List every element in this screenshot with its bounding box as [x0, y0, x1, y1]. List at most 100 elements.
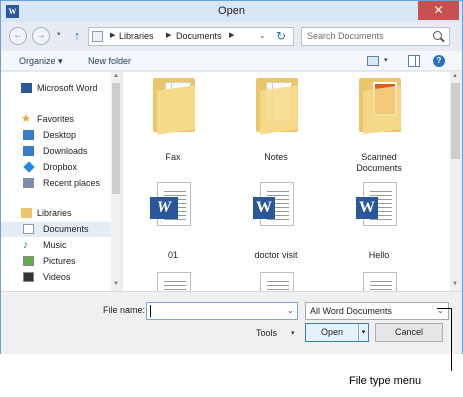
sidebar-item-microsoft-word[interactable]: Microsoft Word [1, 81, 111, 96]
list-item[interactable] [236, 266, 316, 291]
sidebar-item-recent-places[interactable]: Recent places [1, 176, 111, 191]
file-name: doctor visit [254, 250, 298, 260]
word-icon [21, 83, 32, 93]
dropbox-icon [23, 161, 35, 173]
libraries-icon [21, 208, 32, 218]
dialog-title: Open [218, 5, 245, 17]
file-name: Hello [368, 250, 390, 260]
text-caret [150, 305, 151, 317]
breadcrumb-documents[interactable]: Documents [176, 31, 222, 41]
search-input[interactable]: Search Documents [307, 31, 384, 41]
list-item[interactable]: Notes [236, 72, 316, 167]
open-dialog: W Open ✕ ← → ▾ ↑ ▶ Libraries ▶ Documents… [0, 0, 463, 354]
open-button-label: Open [320, 327, 344, 337]
list-item[interactable]: W doctor visit [236, 176, 316, 271]
tools-button[interactable]: Tools [256, 328, 277, 338]
list-item[interactable] [133, 266, 213, 291]
breadcrumb-separator-icon[interactable]: ▶ [166, 31, 171, 39]
sidebar-item-label: Microsoft Word [37, 83, 98, 93]
navigation-scrollbar[interactable]: ▲ ▼ [111, 72, 121, 291]
search-box[interactable]: Search Documents [301, 27, 450, 46]
folder-photo-icon [359, 78, 401, 135]
sidebar-item-music[interactable]: ♪ Music [1, 238, 111, 253]
scrollbar-thumb[interactable] [112, 83, 120, 194]
list-item[interactable]: W 01 [133, 176, 213, 271]
list-item[interactable]: W Hello [339, 176, 419, 271]
open-button[interactable]: Open ▾ [305, 323, 369, 342]
help-icon[interactable]: ? [433, 55, 445, 67]
videos-icon [23, 272, 34, 282]
file-name: Scanned Documents [356, 152, 402, 173]
file-type-select[interactable]: All Word Documents ⌄ [305, 302, 449, 320]
document-icon [157, 272, 191, 291]
back-button[interactable]: ← [9, 27, 27, 45]
location-icon [92, 31, 103, 42]
scroll-down-icon[interactable]: ▼ [452, 281, 458, 287]
callout-line [451, 308, 452, 371]
list-item[interactable] [339, 266, 419, 291]
open-options-dropdown-icon[interactable]: ▾ [358, 324, 368, 341]
pictures-icon [23, 256, 34, 266]
forward-button[interactable]: → [32, 27, 50, 45]
view-options-dropdown[interactable]: ▾ [384, 56, 388, 64]
navigation-bar: ← → ▾ ↑ ▶ Libraries ▶ Documents ▶ ⌄ ↻ Se… [1, 22, 462, 51]
sidebar-item-label: Dropbox [43, 162, 78, 172]
file-name: 01 [167, 250, 178, 260]
file-name-input[interactable]: ⌄ [146, 302, 298, 320]
scroll-up-icon[interactable]: ▲ [113, 73, 119, 79]
sidebar-item-libraries[interactable]: Libraries [1, 206, 111, 221]
sidebar-item-label: Pictures [43, 256, 76, 266]
address-dropdown-icon[interactable]: ⌄ [259, 31, 266, 40]
file-name-dropdown-icon[interactable]: ⌄ [287, 306, 294, 315]
document-icon [363, 272, 397, 291]
sidebar-item-favorites[interactable]: ★ Favorites [1, 112, 111, 127]
callout-label: File type menu [349, 375, 422, 387]
scroll-down-icon[interactable]: ▼ [113, 281, 119, 287]
sidebar-item-label: Libraries [37, 208, 72, 218]
tools-dropdown-icon[interactable]: ▾ [291, 329, 295, 337]
file-list: Fax Notes Scanned Documents W 01 W docto… [123, 72, 450, 291]
new-folder-button[interactable]: New folder [88, 56, 131, 66]
search-icon[interactable] [433, 31, 442, 40]
sidebar-item-label: Recent places [43, 178, 101, 188]
sidebar-item-videos[interactable]: Videos [1, 270, 111, 285]
word-logo-icon: W [150, 197, 178, 219]
up-one-level-button[interactable]: ↑ [69, 27, 85, 45]
sidebar-item-downloads[interactable]: Downloads [1, 144, 111, 159]
preview-pane-icon[interactable] [408, 55, 420, 67]
file-list-scrollbar[interactable]: ▲ ▼ [450, 72, 461, 291]
word-logo-icon: W [253, 197, 275, 219]
address-bar[interactable]: ▶ Libraries ▶ Documents ▶ ⌄ ↻ [88, 27, 294, 46]
cancel-button[interactable]: Cancel [375, 323, 443, 342]
recent-locations-dropdown[interactable]: ▾ [57, 30, 61, 38]
close-button[interactable]: ✕ [418, 1, 459, 20]
music-icon: ♪ [23, 239, 29, 251]
word-document-icon: W [150, 182, 191, 226]
scrollbar-thumb[interactable] [451, 83, 460, 159]
word-document-icon: W [253, 182, 294, 226]
sidebar-item-dropbox[interactable]: Dropbox [1, 160, 111, 175]
desktop-icon [23, 130, 34, 140]
scroll-up-icon[interactable]: ▲ [452, 73, 458, 79]
sidebar-item-documents[interactable]: Documents [1, 222, 111, 237]
refresh-icon[interactable]: ↻ [276, 29, 286, 43]
sidebar-item-pictures[interactable]: Pictures [1, 254, 111, 269]
organize-button[interactable]: Organize ▾ [19, 56, 63, 67]
sidebar-item-label: Videos [43, 272, 71, 282]
change-view-icon[interactable] [367, 56, 379, 66]
command-toolbar: Organize ▾ New folder ▾ ? [1, 51, 462, 71]
sidebar-item-label: Documents [43, 224, 89, 234]
sidebar-item-desktop[interactable]: Desktop [1, 128, 111, 143]
sidebar-item-label: Favorites [37, 114, 75, 124]
sidebar-item-label: Music [43, 240, 67, 250]
breadcrumb-separator-icon[interactable]: ▶ [229, 31, 234, 39]
breadcrumb-libraries[interactable]: Libraries [119, 31, 154, 41]
folder-icon [153, 78, 195, 135]
list-item[interactable]: Scanned Documents [339, 72, 419, 173]
list-item[interactable]: Fax [133, 72, 213, 167]
navigation-pane: Microsoft Word ★ Favorites Desktop Downl… [1, 72, 122, 291]
breadcrumb-separator-icon[interactable]: ▶ [110, 31, 115, 39]
documents-icon [23, 224, 34, 234]
folder-icon [256, 78, 298, 135]
star-icon: ★ [21, 113, 31, 125]
